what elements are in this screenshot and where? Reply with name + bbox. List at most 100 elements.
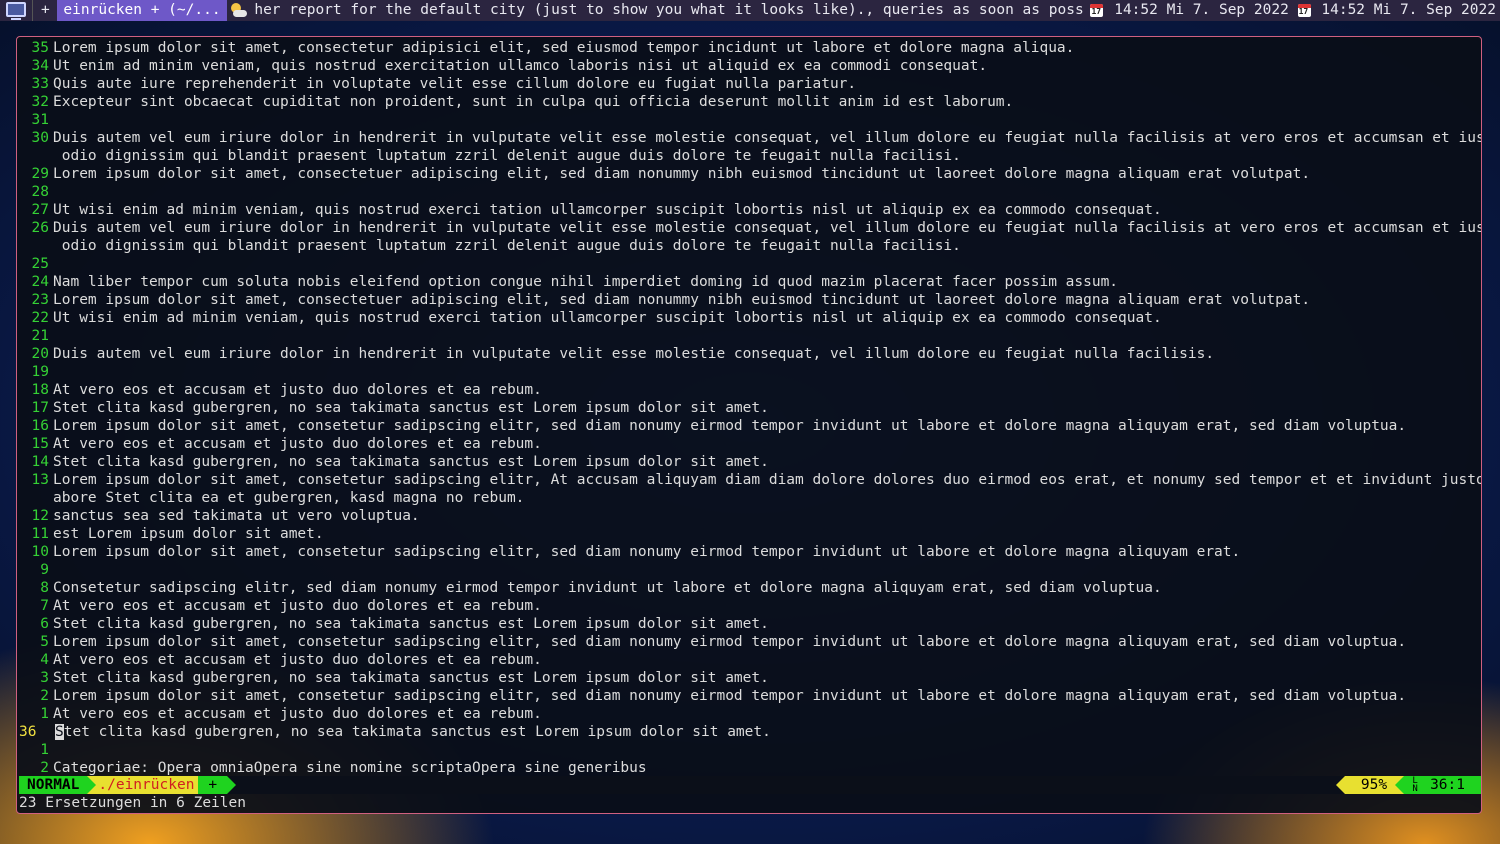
line-text[interactable]: Lorem ipsum dolor sit amet, consectetuer…	[49, 291, 1481, 309]
line-text[interactable]	[49, 111, 1481, 129]
line-text[interactable]	[49, 255, 1481, 273]
editor-line[interactable]: 34 Ut enim ad minim veniam, quis nostrud …	[17, 57, 1481, 75]
editor-line[interactable]: 3 Stet clita kasd gubergren, no sea takim…	[17, 669, 1481, 687]
editor-line[interactable]: 23 Lorem ipsum dolor sit amet, consectetu…	[17, 291, 1481, 309]
line-text[interactable]: Duis autem vel eum iriure dolor in hendr…	[49, 219, 1481, 237]
editor-line[interactable]: 28	[17, 183, 1481, 201]
editor-line[interactable]: 11 est Lorem ipsum dolor sit amet.	[17, 525, 1481, 543]
clock-widget-2[interactable]: 14:52 Mi 7. Sep 2022	[1315, 0, 1500, 21]
editor-line[interactable]: 10 Lorem ipsum dolor sit amet, consetetur…	[17, 543, 1481, 561]
line-number	[17, 237, 49, 255]
line-text[interactable]: At vero eos et accusam et justo duo dolo…	[49, 435, 1481, 453]
terminal-window[interactable]: 35 Lorem ipsum dolor sit amet, consectetu…	[16, 36, 1482, 814]
editor-line[interactable]: 26 Duis autem vel eum iriure dolor in hen…	[17, 219, 1481, 237]
line-text[interactable]	[49, 741, 1481, 759]
calendar-icon: 17	[1293, 0, 1316, 21]
editor-line[interactable]: 12 sanctus sea sed takimata ut vero volup…	[17, 507, 1481, 525]
line-text[interactable]: Stet clita kasd gubergren, no sea takima…	[39, 723, 1481, 741]
editor-line[interactable]: 9	[17, 561, 1481, 579]
cursor-position: LN 36:1	[1404, 776, 1481, 794]
editor-line[interactable]: 2 Lorem ipsum dolor sit amet, consetetur …	[17, 687, 1481, 705]
editor-line[interactable]: 8 Consetetur sadipscing elitr, sed diam n…	[17, 579, 1481, 597]
editor-line[interactable]: 7 At vero eos et accusam et justo duo dol…	[17, 597, 1481, 615]
line-text[interactable]: Stet clita kasd gubergren, no sea takima…	[49, 669, 1481, 687]
line-text[interactable]: Ut wisi enim ad minim veniam, quis nostr…	[49, 201, 1481, 219]
editor-line[interactable]: 36 Stet clita kasd gubergren, no sea taki…	[17, 723, 1481, 741]
line-text[interactable]: odio dignissim qui blandit praesent lupt…	[49, 147, 1481, 165]
editor-line[interactable]: 1 At vero eos et accusam et justo duo dol…	[17, 705, 1481, 723]
line-text[interactable]: Consetetur sadipscing elitr, sed diam no…	[49, 579, 1481, 597]
weather-widget[interactable]: her report for the default city (just to…	[252, 0, 1085, 21]
line-text[interactable]: est Lorem ipsum dolor sit amet.	[49, 525, 1481, 543]
line-text[interactable]: Ut enim ad minim veniam, quis nostrud ex…	[49, 57, 1481, 75]
editor-line[interactable]: 27 Ut wisi enim ad minim veniam, quis nos…	[17, 201, 1481, 219]
line-number-icon: LN	[1412, 776, 1418, 794]
editor-buffer[interactable]: 35 Lorem ipsum dolor sit amet, consectetu…	[17, 39, 1481, 777]
line-text[interactable]: Lorem ipsum dolor sit amet, consectetur …	[49, 39, 1481, 57]
line-text[interactable]: sanctus sea sed takimata ut vero voluptu…	[49, 507, 1481, 525]
new-tab-button[interactable]: +	[32, 0, 57, 21]
line-text[interactable]: Stet clita kasd gubergren, no sea takima…	[49, 453, 1481, 471]
line-number: 8	[40, 580, 49, 596]
editor-line[interactable]: 31	[17, 111, 1481, 129]
line-text[interactable]: Duis autem vel eum iriure dolor in hendr…	[49, 129, 1481, 147]
line-text[interactable]: Ut wisi enim ad minim veniam, quis nostr…	[49, 309, 1481, 327]
line-text[interactable]: Lorem ipsum dolor sit amet, consectetuer…	[49, 165, 1481, 183]
editor-line[interactable]: 15 At vero eos et accusam et justo duo do…	[17, 435, 1481, 453]
line-number: 26	[31, 220, 49, 236]
line-text[interactable]: Quis aute iure reprehenderit in voluptat…	[49, 75, 1481, 93]
editor-line[interactable]: 33 Quis aute iure reprehenderit in volupt…	[17, 75, 1481, 93]
editor-line[interactable]: 30 Duis autem vel eum iriure dolor in hen…	[17, 129, 1481, 147]
editor-line[interactable]: 19	[17, 363, 1481, 381]
clock-widget-1[interactable]: 14:52 Mi 7. Sep 2022	[1108, 0, 1293, 21]
editor-line[interactable]: 13 Lorem ipsum dolor sit amet, consetetur…	[17, 471, 1481, 489]
line-text[interactable]: Lorem ipsum dolor sit amet, consetetur s…	[49, 417, 1481, 435]
line-text[interactable]	[49, 183, 1481, 201]
calendar-icon: 17	[1086, 0, 1109, 21]
editor-line[interactable]: 32 Excepteur sint obcaecat cupiditat non …	[17, 93, 1481, 111]
line-text[interactable]	[49, 363, 1481, 381]
line-text[interactable]: Lorem ipsum dolor sit amet, consetetur s…	[49, 543, 1481, 561]
status-line: NORMAL ./einrücken + 95% LN 36:1	[19, 776, 1481, 794]
editor-line[interactable]: odio dignissim qui blandit praesent lupt…	[17, 147, 1481, 165]
line-text[interactable]: Duis autem vel eum iriure dolor in hendr…	[49, 345, 1481, 363]
editor-line[interactable]: 14 Stet clita kasd gubergren, no sea taki…	[17, 453, 1481, 471]
editor-line[interactable]: 4 At vero eos et accusam et justo duo dol…	[17, 651, 1481, 669]
editor-line[interactable]: 22 Ut wisi enim ad minim veniam, quis nos…	[17, 309, 1481, 327]
line-number: 10	[31, 544, 49, 560]
line-text[interactable]	[49, 561, 1481, 579]
line-text[interactable]: At vero eos et accusam et justo duo dolo…	[49, 597, 1481, 615]
editor-line[interactable]: odio dignissim qui blandit praesent lupt…	[17, 237, 1481, 255]
line-text[interactable]: Nam liber tempor cum soluta nobis eleife…	[49, 273, 1481, 291]
line-text[interactable]: Excepteur sint obcaecat cupiditat non pr…	[49, 93, 1481, 111]
editor-line[interactable]: 20 Duis autem vel eum iriure dolor in hen…	[17, 345, 1481, 363]
editor-line[interactable]: 1	[17, 741, 1481, 759]
editor-line[interactable]: 29 Lorem ipsum dolor sit amet, consectetu…	[17, 165, 1481, 183]
editor-line[interactable]: 35 Lorem ipsum dolor sit amet, consectetu…	[17, 39, 1481, 57]
editor-line[interactable]: 6 Stet clita kasd gubergren, no sea takim…	[17, 615, 1481, 633]
editor-line[interactable]: 25	[17, 255, 1481, 273]
line-text[interactable]: Stet clita kasd gubergren, no sea takima…	[49, 615, 1481, 633]
line-text[interactable]: Lorem ipsum dolor sit amet, consetetur s…	[49, 471, 1481, 489]
editor-line[interactable]: 24 Nam liber tempor cum soluta nobis elei…	[17, 273, 1481, 291]
line-text[interactable]	[49, 327, 1481, 345]
editor-line[interactable]: 5 Lorem ipsum dolor sit amet, consetetur …	[17, 633, 1481, 651]
line-text[interactable]: Lorem ipsum dolor sit amet, consetetur s…	[49, 687, 1481, 705]
line-text[interactable]: odio dignissim qui blandit praesent lupt…	[49, 237, 1481, 255]
active-window-tab[interactable]: einrücken + (~/...	[57, 0, 227, 21]
editor-line[interactable]: 17 Stet clita kasd gubergren, no sea taki…	[17, 399, 1481, 417]
computer-icon[interactable]	[0, 0, 32, 21]
editor-line[interactable]: 16 Lorem ipsum dolor sit amet, consetetur…	[17, 417, 1481, 435]
line-text[interactable]: Categoriae: Opera omniaOpera sine nomine…	[49, 759, 1481, 777]
line-text[interactable]: At vero eos et accusam et justo duo dolo…	[49, 705, 1481, 723]
editor-line[interactable]: 18 At vero eos et accusam et justo duo do…	[17, 381, 1481, 399]
editor-line[interactable]: 21	[17, 327, 1481, 345]
line-text[interactable]: Stet clita kasd gubergren, no sea takima…	[49, 399, 1481, 417]
editor-line[interactable]: 2 Categoriae: Opera omniaOpera sine nomin…	[17, 759, 1481, 777]
line-text[interactable]: abore Stet clita ea et gubergren, kasd m…	[49, 489, 1481, 507]
editor-line[interactable]: abore Stet clita ea et gubergren, kasd m…	[17, 489, 1481, 507]
line-text[interactable]: At vero eos et accusam et justo duo dolo…	[49, 651, 1481, 669]
line-text[interactable]: At vero eos et accusam et justo duo dolo…	[49, 381, 1481, 399]
line-text[interactable]: Lorem ipsum dolor sit amet, consetetur s…	[49, 633, 1481, 651]
line-number: 2	[40, 760, 49, 776]
